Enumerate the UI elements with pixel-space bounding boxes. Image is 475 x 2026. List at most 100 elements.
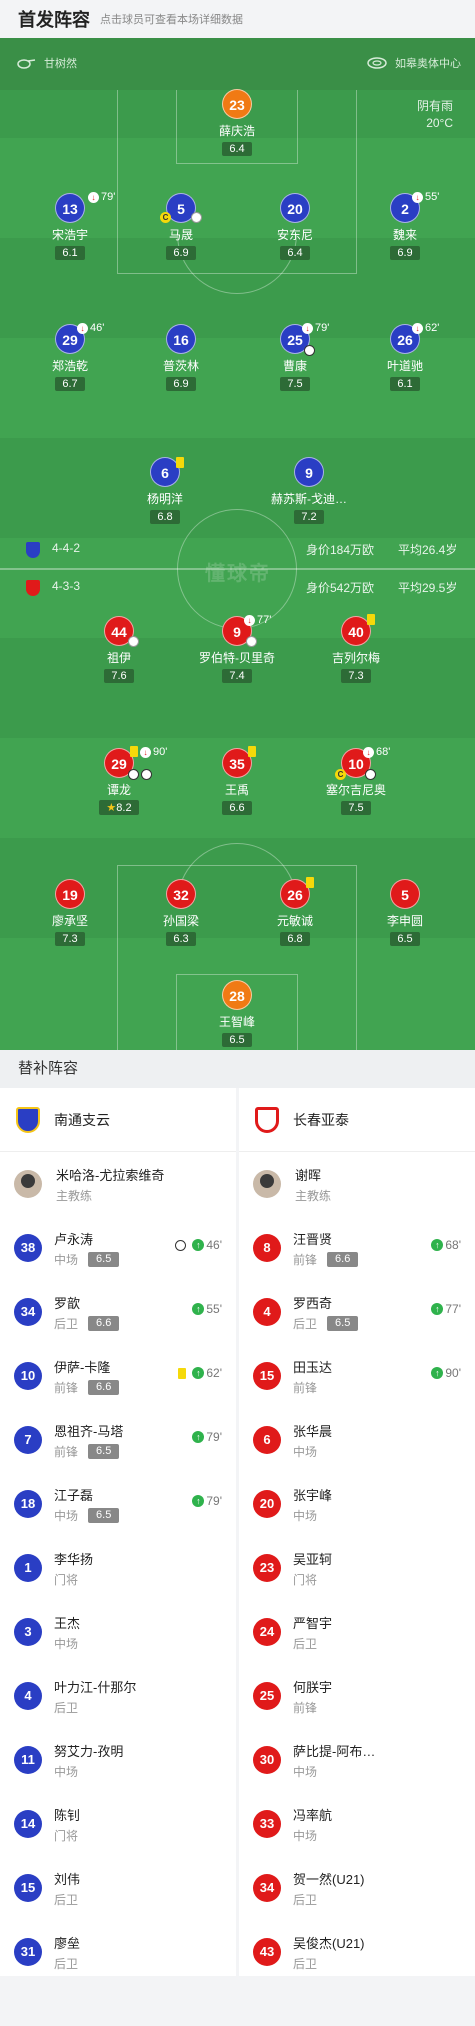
player-home-gk[interactable]: 23 薛庆浩 6.4 (182, 89, 292, 157)
sub-player-name: 张宇峰 (293, 1487, 333, 1503)
sub-player-row[interactable]: 24 严智宇 后卫 (239, 1600, 475, 1664)
player-home[interactable]: 16 普茨林 6.9 (126, 324, 236, 392)
sub-player-rating: 6.5 (88, 1251, 120, 1267)
sub-player-position: 后卫 (54, 1892, 79, 1907)
sub-player-row[interactable]: 4 罗西奇 后卫 6.5 ↑ 77' (239, 1280, 475, 1344)
sub-player-number: 7 (14, 1426, 42, 1454)
sub-player-row[interactable]: 38 卢永涛 中场 6.5 ↑ 46' (0, 1216, 236, 1280)
player-home[interactable]: 6 杨明洋 6.8 (110, 457, 220, 525)
player-number: 5 (390, 879, 420, 909)
player-away[interactable]: 44 祖伊 7.6 (64, 616, 174, 684)
sub-player-rating: 6.5 (88, 1507, 120, 1523)
sub-events: ↑ 62' (178, 1366, 222, 1380)
player-number: 9 (294, 457, 324, 487)
sub-out-badge: ↓ 77' (244, 614, 271, 626)
home-substitutes: 南通支云 米哈洛-尤拉索维奇 主教练 38 卢永涛 中场 6.5 ↑ 46' 34 罗歆… (0, 1088, 236, 1976)
sub-player-number: 6 (253, 1426, 281, 1454)
player-home[interactable]: 20 安东尼 6.4 (240, 193, 350, 261)
sub-player-row[interactable]: 43 吴俊杰(U21) 后卫 (239, 1920, 475, 1984)
sub-player-row[interactable]: 30 萨比提-阿布… 中场 (239, 1728, 475, 1792)
player-name: 谭龙 (106, 783, 131, 797)
sub-player-row[interactable]: 4 叶力江-什那尔 后卫 (0, 1664, 236, 1728)
sub-player-row[interactable]: 1 李华扬 门将 (0, 1536, 236, 1600)
sub-player-row[interactable]: 3 王杰 中场 (0, 1600, 236, 1664)
sub-player-number: 30 (253, 1746, 281, 1774)
sub-player-row[interactable]: 15 田玉达 前锋 ↑ 90' (239, 1344, 475, 1408)
sub-player-row[interactable]: 18 江子磊 中场 6.5 ↑ 79' (0, 1472, 236, 1536)
sub-player-row[interactable]: 8 汪晋贤 前锋 6.6 ↑ 68' (239, 1216, 475, 1280)
stadium-icon (367, 57, 387, 69)
player-home[interactable]: 9 赫苏斯-戈迪… 7.2 (254, 457, 364, 525)
venue-name: 如皋奥体中心 (395, 58, 461, 70)
sub-player-row[interactable]: 20 张宇峰 中场 (239, 1472, 475, 1536)
sub-player-name: 萨比提-阿布… (293, 1743, 376, 1759)
player-number: 28 (222, 980, 252, 1010)
lineup-header: 首发阵容 点击球员可查看本场详细数据 (0, 0, 475, 38)
sub-player-rating: 6.5 (88, 1443, 120, 1459)
sub-player-number: 4 (14, 1682, 42, 1710)
sub-player-number: 20 (253, 1490, 281, 1518)
player-name: 郑浩乾 (51, 359, 88, 373)
player-away[interactable]: 35 王禹 6.6 (182, 746, 292, 816)
player-home[interactable]: 26 叶道驰 6.1 ↓ 62' (350, 322, 460, 392)
sub-player-row[interactable]: 34 罗歆 后卫 6.6 ↑ 55' (0, 1280, 236, 1344)
away-coach[interactable]: 谢晖 主教练 (239, 1152, 475, 1216)
player-home[interactable]: 5 马晟 6.9 C (126, 193, 236, 261)
player-home[interactable]: 2 魏来 6.9 ↓ 55' (350, 191, 460, 261)
sub-player-rating: 6.6 (327, 1251, 359, 1267)
sub-player-row[interactable]: 14 陈钊 门将 (0, 1792, 236, 1856)
sub-player-row[interactable]: 15 刘伟 后卫 (0, 1856, 236, 1920)
sub-player-row[interactable]: 10 伊萨-卡隆 前锋 6.6 ↑ 62' (0, 1344, 236, 1408)
sub-player-position: 前锋 (54, 1444, 79, 1459)
away-team-row[interactable]: 长春亚泰 (239, 1088, 475, 1152)
player-away[interactable]: 32 孙国梁 6.3 (126, 879, 236, 947)
sub-out-badge: ↓ 68' (363, 746, 390, 758)
coach-name: 米哈洛-尤拉索维奇 (56, 1167, 165, 1183)
sub-player-position: 中场 (293, 1828, 318, 1843)
sub-player-row[interactable]: 11 努艾力-孜明 中场 (0, 1728, 236, 1792)
player-rating: 7.2 (294, 510, 324, 524)
player-away[interactable]: 5 李申圆 6.5 (350, 879, 460, 947)
sub-player-number: 34 (253, 1874, 281, 1902)
sub-player-row[interactable]: 33 冯率航 中场 (239, 1792, 475, 1856)
weather-condition: 阴有雨 (416, 99, 453, 113)
home-team-row[interactable]: 南通支云 (0, 1088, 236, 1152)
player-away[interactable]: 29 谭龙 ★8.2 ↓ 90' (64, 746, 174, 816)
sub-player-number: 34 (14, 1298, 42, 1326)
sub-player-row[interactable]: 23 吴亚轲 门将 (239, 1536, 475, 1600)
player-home[interactable]: 25 曹康 7.5 ↓ 79' (240, 322, 350, 392)
captain-icon: C (160, 212, 171, 223)
player-away[interactable]: 10 塞尔吉尼奥 7.5 ↓ 68' C (301, 746, 411, 816)
player-rating: 7.6 (104, 669, 134, 683)
player-name: 宋浩宇 (51, 228, 88, 242)
home-coach[interactable]: 米哈洛-尤拉索维奇 主教练 (0, 1152, 236, 1216)
sub-out-icon: ↓ (412, 322, 423, 334)
sub-player-row[interactable]: 7 恩祖齐-马塔 前锋 6.5 ↑ 79' (0, 1408, 236, 1472)
sub-player-position: 中场 (54, 1636, 79, 1651)
player-rating: 6.6 (222, 801, 252, 815)
player-name: 普茨林 (162, 359, 199, 373)
sub-player-number: 24 (253, 1618, 281, 1646)
player-home[interactable]: 13 宋浩宇 6.1 ↓ 79' (15, 191, 125, 261)
player-away[interactable]: 19 廖承坚 7.3 (15, 879, 125, 947)
player-away[interactable]: 9 罗伯特-贝里奇 7.4 ↓ 77' (182, 614, 292, 684)
sub-player-row[interactable]: 31 廖垒 后卫 (0, 1920, 236, 1984)
sub-events: ↑ 77' (431, 1302, 461, 1316)
pitch: 甘树然 如皋奥体中心 阴有雨 20°C 懂球帝 23 薛庆浩 6.4 13 宋浩… (0, 38, 475, 1050)
sub-player-position: 中场 (293, 1444, 318, 1459)
player-away-gk[interactable]: 28 王智峰 6.5 (182, 980, 292, 1048)
player-away[interactable]: 40 吉列尔梅 7.3 (301, 614, 411, 684)
assist-icon (191, 212, 202, 223)
sub-player-name: 王杰 (54, 1615, 81, 1631)
goal-icon (141, 769, 152, 780)
sub-player-row[interactable]: 6 张华晨 中场 (239, 1408, 475, 1472)
sub-player-row[interactable]: 34 贺一然(U21) 后卫 (239, 1856, 475, 1920)
sub-in-icon: ↑ (431, 1303, 444, 1315)
sub-player-name: 冯率航 (293, 1807, 333, 1823)
sub-player-row[interactable]: 25 何朕宇 前锋 (239, 1664, 475, 1728)
player-home[interactable]: 29 郑浩乾 6.7 ↓ 46' (15, 322, 125, 392)
sub-player-name: 江子磊 (54, 1487, 94, 1503)
sub-player-position: 中场 (54, 1252, 79, 1267)
player-away[interactable]: 26 元敏诚 6.8 (240, 877, 350, 947)
player-name: 安东尼 (276, 228, 313, 242)
